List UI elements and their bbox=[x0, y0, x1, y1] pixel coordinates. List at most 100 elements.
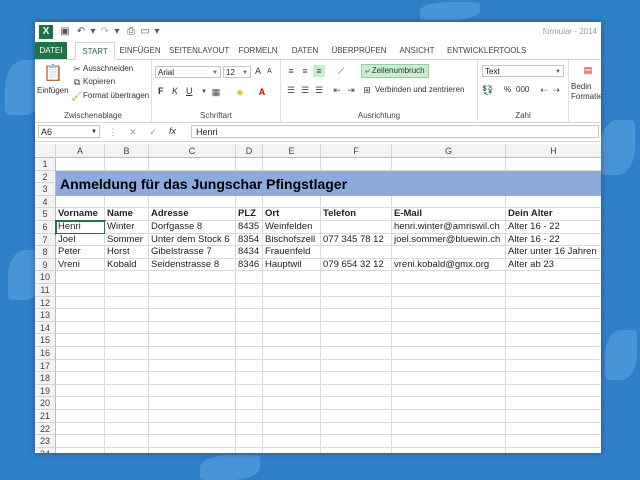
grid-cell[interactable] bbox=[149, 296, 236, 310]
grid-cell[interactable] bbox=[149, 195, 236, 209]
row-header-10[interactable]: 10 bbox=[35, 271, 56, 284]
formula-input[interactable]: Henri bbox=[191, 125, 599, 138]
document-icon[interactable]: ▭ bbox=[139, 26, 151, 38]
customize-qat-icon[interactable]: ▾ bbox=[151, 26, 163, 38]
format-painter-button[interactable]: Format übertragen bbox=[83, 91, 149, 100]
grid-cell[interactable] bbox=[321, 410, 392, 423]
grid-cell[interactable] bbox=[56, 410, 105, 423]
grid-cell[interactable] bbox=[105, 372, 149, 385]
grid-cell[interactable] bbox=[321, 334, 392, 347]
column-header-e[interactable]: E bbox=[263, 144, 321, 158]
fill-color-icon[interactable]: ◈ bbox=[234, 86, 246, 98]
row-header-6[interactable]: 6 bbox=[35, 221, 56, 234]
grid-cell[interactable] bbox=[56, 296, 105, 310]
wrap-text-button[interactable]: ⤶ Zeilenumbruch bbox=[361, 64, 429, 78]
tab-seitenlayout[interactable]: SEITENLAYOUT bbox=[169, 42, 229, 59]
grid-cell[interactable] bbox=[321, 435, 392, 448]
grid-cell[interactable] bbox=[392, 284, 506, 297]
grid-cell[interactable] bbox=[56, 158, 105, 171]
grid-cell[interactable] bbox=[263, 397, 321, 410]
column-label-cell[interactable]: Telefon bbox=[321, 208, 392, 221]
grid-cell[interactable] bbox=[236, 372, 263, 385]
currency-icon[interactable]: 💱 bbox=[482, 84, 494, 96]
data-cell[interactable]: henri.winter@amriswil.ch bbox=[392, 221, 506, 234]
grid-cell[interactable] bbox=[392, 422, 506, 436]
grid-cell[interactable] bbox=[56, 334, 105, 347]
increase-decimal-icon[interactable]: ⇠ bbox=[538, 84, 550, 96]
grid-cell[interactable] bbox=[506, 410, 601, 423]
row-header-19[interactable]: 19 bbox=[35, 384, 56, 398]
data-cell[interactable]: Frauenfeld bbox=[263, 246, 321, 259]
font-name-dropdown[interactable]: Arial ▼ bbox=[155, 66, 221, 78]
grid-cell[interactable] bbox=[321, 372, 392, 385]
grid-cell[interactable] bbox=[392, 372, 506, 385]
column-label-cell[interactable]: Adresse bbox=[149, 208, 236, 221]
grid-cell[interactable] bbox=[506, 360, 601, 373]
grid-cell[interactable] bbox=[321, 284, 392, 297]
merge-center-button[interactable]: Verbinden und zentrieren bbox=[375, 85, 464, 94]
row-header-9[interactable]: 9 bbox=[35, 258, 56, 272]
grid-cell[interactable] bbox=[236, 359, 263, 373]
save-icon[interactable]: ▣ bbox=[59, 26, 71, 38]
grid-cell[interactable] bbox=[56, 397, 105, 410]
decrease-indent-icon[interactable]: ⇤ bbox=[331, 84, 343, 96]
grid-cell[interactable] bbox=[56, 384, 105, 398]
grid-cell[interactable] bbox=[263, 271, 321, 284]
grid-cell[interactable] bbox=[56, 447, 105, 453]
grid-cell[interactable] bbox=[506, 271, 601, 284]
grid-cell[interactable] bbox=[506, 196, 601, 209]
row-header-8[interactable]: 8 bbox=[35, 246, 56, 259]
underline-dropdown-icon[interactable]: ▼ bbox=[198, 86, 210, 98]
cut-icon[interactable]: ✂ bbox=[71, 63, 83, 75]
paste-button[interactable]: Einfügen bbox=[37, 86, 69, 95]
grid-cell[interactable] bbox=[392, 397, 506, 410]
grid-cell[interactable] bbox=[236, 158, 263, 171]
grid-cell[interactable] bbox=[392, 271, 506, 284]
align-bottom-icon[interactable]: ≡ bbox=[313, 65, 325, 77]
grid-cell[interactable] bbox=[263, 435, 321, 448]
grid-cell[interactable] bbox=[392, 410, 506, 423]
row-header-16[interactable]: 16 bbox=[35, 347, 56, 360]
grid-cell[interactable] bbox=[506, 334, 601, 347]
data-cell[interactable]: 8346 bbox=[236, 258, 263, 272]
row-header-11[interactable]: 11 bbox=[35, 284, 56, 297]
data-cell[interactable]: vreni.kobald@gmx.org bbox=[392, 258, 506, 272]
grid-cell[interactable] bbox=[105, 334, 149, 347]
column-label-cell[interactable]: Dein Alter bbox=[506, 208, 601, 221]
column-header-h[interactable]: H bbox=[506, 144, 601, 158]
row-header-5[interactable]: 5 bbox=[35, 208, 56, 221]
font-color-icon[interactable]: A bbox=[256, 86, 268, 98]
redo-dropdown-icon[interactable]: ▾ bbox=[111, 26, 123, 38]
grid-cell[interactable] bbox=[392, 158, 506, 171]
column-header-f[interactable]: F bbox=[321, 144, 392, 158]
grid-cell[interactable] bbox=[321, 359, 392, 373]
grid-cell[interactable] bbox=[263, 296, 321, 310]
tab-entwicklertools[interactable]: ENTWICKLERTOOLS bbox=[447, 42, 526, 59]
conditional-formatting-icon[interactable]: ▤ bbox=[581, 64, 595, 78]
tab-ueberpruefen[interactable]: ÜBERPRÜFEN bbox=[331, 42, 387, 59]
data-cell[interactable]: Dorfgasse 8 bbox=[149, 221, 236, 234]
print-icon[interactable]: ⎙ bbox=[125, 26, 137, 38]
grid-cell[interactable] bbox=[149, 271, 236, 284]
grid-cell[interactable] bbox=[236, 397, 263, 410]
grid-cell[interactable] bbox=[236, 309, 263, 322]
row-header-24[interactable]: 24 bbox=[35, 447, 56, 453]
insert-function-icon[interactable]: fx bbox=[169, 126, 176, 136]
number-format-dropdown[interactable]: Text ▼ bbox=[482, 65, 564, 77]
row-header-13[interactable]: 13 bbox=[35, 309, 56, 322]
grid-cell[interactable] bbox=[105, 347, 149, 360]
column-header-d[interactable]: D bbox=[236, 144, 263, 158]
grid-cell[interactable] bbox=[236, 284, 263, 297]
grid-cell[interactable] bbox=[506, 448, 601, 453]
grid-cell[interactable] bbox=[263, 284, 321, 297]
grid-cell[interactable] bbox=[149, 384, 236, 398]
grid-cell[interactable] bbox=[56, 284, 105, 297]
grid-cell[interactable] bbox=[263, 410, 321, 423]
data-cell[interactable]: Bischofszell bbox=[263, 233, 321, 247]
column-header-a[interactable]: A bbox=[56, 144, 105, 158]
grid-cell[interactable] bbox=[56, 359, 105, 373]
grid-cell[interactable] bbox=[236, 384, 263, 398]
grid-cell[interactable] bbox=[263, 309, 321, 322]
grid-cell[interactable] bbox=[105, 309, 149, 322]
grid-cell[interactable] bbox=[506, 423, 601, 436]
